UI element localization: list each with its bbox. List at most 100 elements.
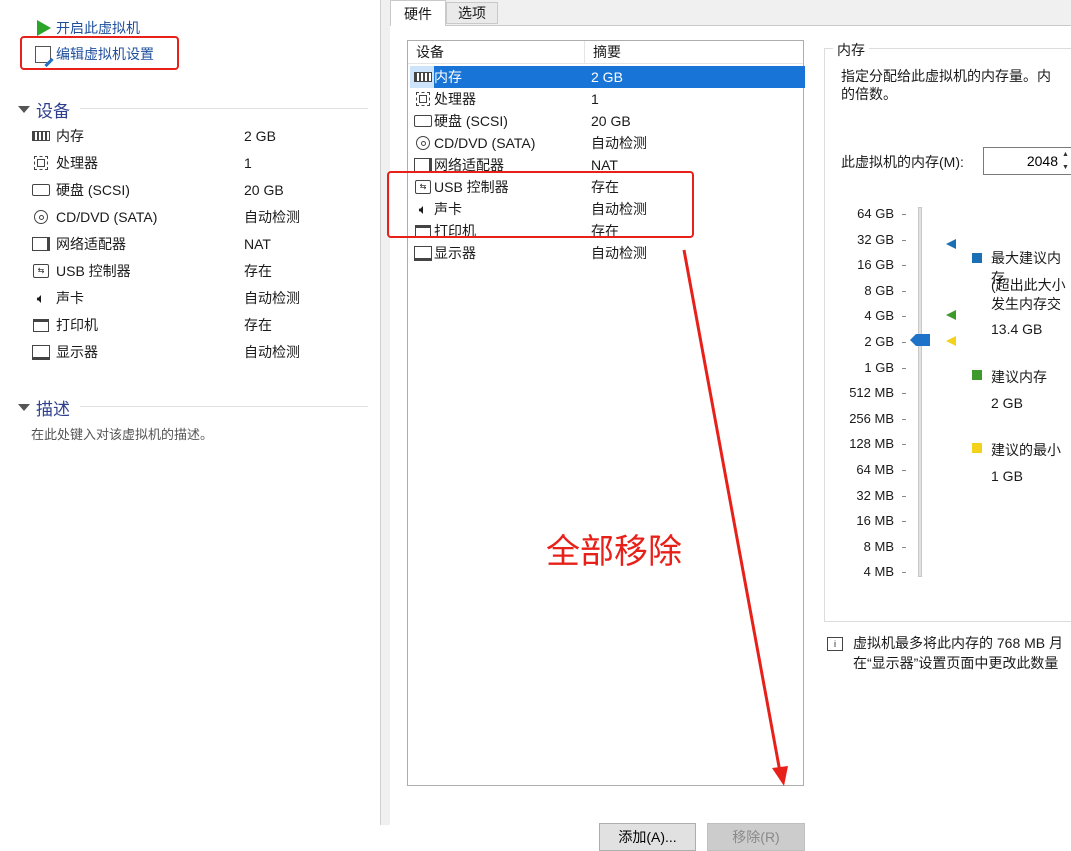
remove-device-button[interactable]: 移除(R): [707, 823, 805, 851]
tab-options[interactable]: 选项: [446, 2, 498, 24]
vm-summary-panel: 开启此虚拟机 编辑虚拟机设置 设备 内存 2 GB 处理器 1 硬盘 (SCSI) 20 …: [0, 0, 380, 825]
device-name: 声卡: [56, 290, 84, 306]
memory-scale-label: 1 GB: [864, 359, 894, 375]
devices-section-title: 设备: [36, 101, 70, 121]
memory-scale-label: 16 MB: [856, 513, 894, 529]
legend-min-swatch: [972, 443, 982, 453]
device-list-row[interactable]: 处理器 1: [410, 88, 805, 110]
column-header-device[interactable]: 设备: [408, 41, 444, 63]
device-name: CD/DVD (SATA): [434, 135, 536, 151]
annotation-text: 全部移除: [546, 532, 682, 572]
vm-settings-dialog: 硬件 选项 设备 摘要 内存 2 GB 处理器 1 硬盘 (SCSI) 20 GB CD/D…: [390, 0, 1071, 851]
device-name: CD/DVD (SATA): [56, 209, 158, 225]
device-value: 自动检测: [244, 290, 300, 306]
device-summary: 自动检测: [591, 245, 647, 261]
device-name: 硬盘 (SCSI): [56, 182, 130, 198]
memory-icon: [414, 69, 432, 85]
cpu-icon: [414, 91, 432, 107]
power-on-vm-label: 开启此虚拟机: [56, 20, 140, 36]
left-device-row[interactable]: 显示器 自动检测: [32, 340, 362, 364]
memory-scale-label: 64 MB: [856, 462, 894, 477]
hdd-icon: [32, 182, 50, 198]
left-device-row[interactable]: 打印机 存在: [32, 313, 362, 337]
device-value: 自动检测: [244, 209, 300, 225]
tab-hardware[interactable]: 硬件: [390, 0, 446, 26]
hardware-device-list[interactable]: 设备 摘要 内存 2 GB 处理器 1 硬盘 (SCSI) 20 GB CD/DVD (SA…: [407, 40, 805, 786]
monitor-icon: [414, 245, 432, 261]
cd-icon: [32, 209, 50, 225]
cpu-icon: [32, 155, 50, 171]
spinner-down-icon[interactable]: ▼: [1062, 161, 1071, 174]
memory-group-title: 内存: [833, 40, 869, 60]
description-section-header[interactable]: 描述: [18, 396, 70, 419]
device-summary: 20 GB: [591, 113, 631, 129]
device-name: 显示器: [434, 245, 476, 261]
device-list-row[interactable]: 显示器 自动检测: [410, 242, 805, 264]
device-list-row[interactable]: 内存 2 GB: [410, 66, 805, 88]
hdd-icon: [414, 113, 432, 129]
left-device-row[interactable]: 内存 2 GB: [32, 124, 362, 148]
description-placeholder[interactable]: 在此处键入对该虚拟机的描述。: [31, 424, 213, 443]
memory-scale-tick: [902, 342, 906, 343]
device-value: NAT: [244, 236, 271, 252]
device-value: 1: [244, 155, 252, 171]
device-value: 存在: [244, 263, 272, 279]
device-name: 处理器: [434, 91, 476, 107]
memory-scale-label: 4 MB: [863, 564, 894, 580]
collapse-triangle-icon: [18, 403, 30, 411]
device-name: 网络适配器: [56, 236, 126, 252]
memory-scale-tick: [902, 521, 906, 523]
left-device-row[interactable]: ⇆ USB 控制器 存在: [32, 259, 362, 283]
memory-scale-tick: [902, 418, 906, 420]
hardware-tab-panel: 设备 摘要 内存 2 GB 处理器 1 硬盘 (SCSI) 20 GB CD/DVD (SA…: [390, 25, 1071, 851]
legend-max-value: 13.4 GB: [991, 321, 1043, 337]
monitor-icon: [32, 344, 50, 360]
left-device-row[interactable]: 🔈︎ 声卡 自动检测: [32, 286, 362, 310]
column-header-summary[interactable]: 摘要: [585, 41, 621, 63]
legend-recommended-title: 建议内存: [991, 369, 1047, 385]
add-device-button[interactable]: 添加(A)...: [599, 823, 696, 851]
device-name: 硬盘 (SCSI): [434, 113, 508, 129]
device-list-row[interactable]: CD/DVD (SATA) 自动检测: [410, 132, 805, 154]
legend-recommended-value: 2 GB: [991, 395, 1023, 411]
printer-icon: [32, 317, 50, 333]
memory-scale-tick: [902, 444, 906, 446]
memory-scale-tick: [902, 572, 906, 574]
left-device-row[interactable]: CD/DVD (SATA) 自动检测: [32, 205, 362, 229]
left-device-row[interactable]: 处理器 1: [32, 151, 362, 175]
device-value: 自动检测: [244, 344, 300, 360]
legend-max-note: (超出此大小: [991, 277, 1066, 293]
device-value: 存在: [244, 317, 272, 333]
memory-scale-tick: [902, 290, 906, 292]
collapse-triangle-icon: [18, 105, 30, 113]
memory-size-input[interactable]: [983, 147, 1071, 175]
memory-scale-label: 512 MB: [849, 385, 894, 401]
device-value: 20 GB: [244, 182, 284, 198]
recommended-marker-icon: [946, 310, 956, 320]
devices-section-header[interactable]: 设备: [18, 98, 70, 121]
device-name: 处理器: [56, 155, 98, 171]
memory-slider-track[interactable]: [918, 207, 922, 577]
pane-divider[interactable]: [380, 0, 390, 825]
memory-scale-tick: [902, 393, 906, 395]
left-device-row[interactable]: 网络适配器 NAT: [32, 232, 362, 256]
device-list-header: 设备 摘要: [408, 41, 803, 64]
legend-max-note: 发生内存交: [991, 296, 1061, 312]
usb-icon: ⇆: [32, 263, 50, 279]
network-icon: [32, 236, 50, 252]
section-divider: [80, 108, 368, 109]
device-name: 打印机: [56, 317, 98, 333]
spinner-up-icon[interactable]: ▲: [1062, 148, 1071, 161]
memory-scale-tick: [902, 546, 906, 548]
min-recommended-marker-icon: [946, 336, 956, 346]
memory-spinner[interactable]: ▲ ▼: [1062, 148, 1071, 174]
annotation-highlight-devices: [387, 171, 694, 238]
memory-scale-label: 16 GB: [857, 257, 894, 273]
device-name: 显示器: [56, 344, 98, 360]
cd-icon: [414, 135, 432, 151]
left-device-row[interactable]: 硬盘 (SCSI) 20 GB: [32, 178, 362, 202]
device-summary: 2 GB: [591, 69, 623, 85]
memory-scale-label: 128 MB: [849, 436, 894, 452]
device-list-row[interactable]: 硬盘 (SCSI) 20 GB: [410, 110, 805, 132]
device-summary: 1: [591, 91, 599, 107]
